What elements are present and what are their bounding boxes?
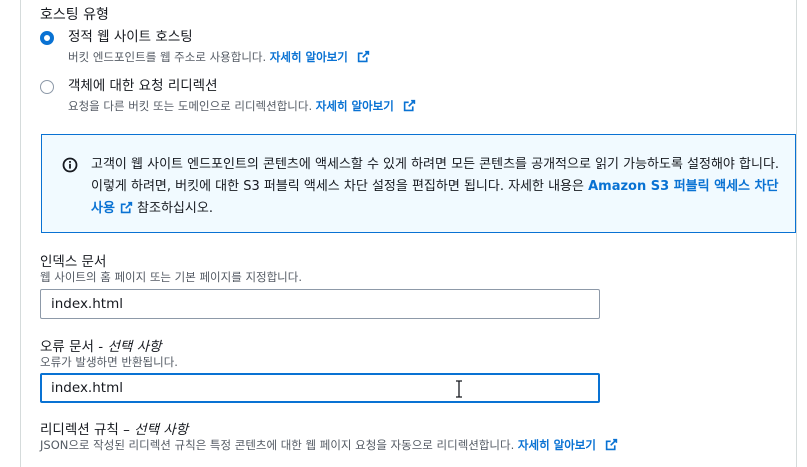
info-icon bbox=[62, 157, 78, 173]
radio-label-static-hosting: 정적 웹 사이트 호스팅 bbox=[68, 29, 193, 45]
index-document-input[interactable] bbox=[40, 289, 600, 319]
index-document-label: 인덱스 문서 bbox=[40, 254, 107, 270]
radio-desc-redirect: 요청을 다른 버킷 또는 도메인으로 리디렉션합니다. 자세히 알아보기 bbox=[68, 97, 416, 115]
radio-label-redirect: 객체에 대한 요청 리디렉션 bbox=[68, 78, 218, 94]
radio-desc-static-hosting: 버킷 엔드포인트를 웹 주소로 사용합니다. 자세히 알아보기 bbox=[68, 48, 370, 66]
external-link-icon[interactable] bbox=[403, 99, 416, 112]
error-document-label-text: 오류 문서 - bbox=[40, 339, 108, 355]
optional-tag: 선택 사항 bbox=[107, 339, 162, 355]
radio-button-redirect[interactable] bbox=[40, 80, 54, 94]
info-alert-text: 고객이 웹 사이트 엔드포인트의 콘텐츠에 액세스할 수 있게 하려면 모든 콘… bbox=[91, 154, 791, 220]
external-link-icon[interactable] bbox=[357, 50, 370, 63]
radio-option-redirect[interactable]: 객체에 대한 요청 리디렉션 요청을 다른 버킷 또는 도메인으로 리디렉션합니… bbox=[40, 77, 416, 115]
error-document-description: 오류가 발생하면 반환됩니다. bbox=[40, 355, 178, 369]
optional-tag: 선택 사항 bbox=[134, 422, 189, 438]
radio-desc-text: 요청을 다른 버킷 또는 도메인으로 리디렉션합니다. bbox=[68, 99, 313, 113]
error-document-label: 오류 문서 - 선택 사항 bbox=[40, 335, 161, 355]
redirection-rules-label: 리디렉션 규칙 – 선택 사항 bbox=[40, 418, 188, 438]
index-document-description: 웹 사이트의 홈 페이지 또는 기본 페이지를 지정합니다. bbox=[40, 270, 303, 284]
external-link-icon[interactable] bbox=[605, 438, 618, 451]
external-link-icon[interactable] bbox=[120, 201, 133, 214]
redirection-rules-description: JSON으로 작성된 리디렉션 규칙은 특정 콘텐츠에 대한 웹 페이지 요청을… bbox=[40, 437, 618, 453]
radio-option-static-hosting[interactable]: 정적 웹 사이트 호스팅 버킷 엔드포인트를 웹 주소로 사용합니다. 자세히 … bbox=[40, 28, 370, 66]
error-document-input[interactable] bbox=[40, 373, 600, 403]
redirection-rules-label-text: 리디렉션 규칙 – bbox=[40, 422, 135, 438]
hosting-type-title: 호스팅 유형 bbox=[40, 7, 109, 23]
redirection-rules-desc-text: JSON으로 작성된 리디렉션 규칙은 특정 콘텐츠에 대한 웹 페이지 요청을… bbox=[40, 438, 515, 452]
learn-more-link[interactable]: 자세히 알아보기 bbox=[316, 99, 394, 113]
panel-right-border bbox=[796, 0, 797, 467]
text-cursor-icon bbox=[456, 380, 462, 398]
learn-more-link[interactable]: 자세히 알아보기 bbox=[518, 438, 596, 452]
learn-more-link[interactable]: 자세히 알아보기 bbox=[270, 50, 348, 64]
info-alert: 고객이 웹 사이트 엔드포인트의 콘텐츠에 액세스할 수 있게 하려면 모든 콘… bbox=[41, 134, 796, 233]
radio-button-static-hosting[interactable] bbox=[40, 31, 54, 45]
radio-desc-text: 버킷 엔드포인트를 웹 주소로 사용합니다. bbox=[68, 50, 267, 64]
panel-left-border bbox=[20, 0, 21, 467]
info-alert-tail: 참조하십시오. bbox=[132, 201, 213, 216]
